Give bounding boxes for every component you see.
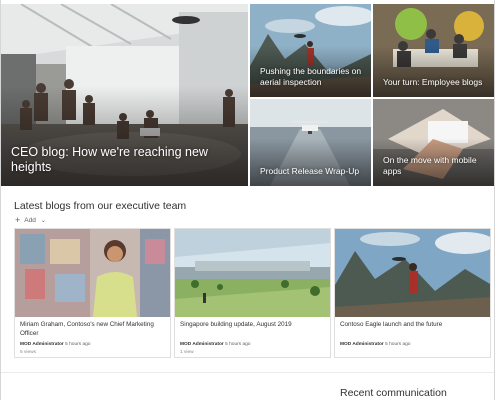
add-label: Add	[24, 216, 36, 224]
chevron-down-icon: ⌄	[40, 217, 46, 224]
news-card[interactable]: Miriam Graham, Contoso's new Chief Marke…	[14, 228, 171, 358]
hero-tile-main[interactable]: CEO blog: How we're reaching new heights	[1, 4, 248, 186]
add-button[interactable]: + Add ⌄	[15, 215, 46, 225]
hero-main-caption: CEO blog: How we're reaching new heights	[11, 145, 208, 174]
miriam-photo	[15, 229, 170, 317]
hero-web-part: CEO blog: How we're reaching new heights…	[1, 4, 494, 186]
hero-tile-caption: On the move with mobile apps	[383, 155, 477, 176]
news-heading: Latest blogs from our executive team	[14, 200, 187, 212]
section-divider	[1, 372, 494, 373]
card-title: Singapore building update, August 2019	[180, 321, 292, 328]
plus-icon: +	[15, 214, 21, 225]
card-title: Miriam Graham, Contoso's new Chief Marke…	[20, 321, 154, 337]
news-card[interactable]: Contoso Eagle launch and the future MOD …	[334, 228, 491, 358]
card-meta: MOD Administrator 5 hours ago	[20, 342, 91, 347]
hero-tile-mobile-apps[interactable]: On the move with mobile apps	[373, 99, 494, 186]
hero-tile-caption: Product Release Wrap-Up	[260, 166, 360, 176]
hero-tile-caption: Your turn: Employee blogs	[383, 77, 483, 87]
card-meta: MOD Administrator 5 hours ago	[180, 342, 251, 347]
card-meta: MOD Administrator 5 hours ago	[340, 342, 411, 347]
news-card[interactable]: Singapore building update, August 2019 M…	[174, 228, 331, 358]
hero-tile-caption: Pushing the boundaries on aerial inspect…	[260, 66, 362, 87]
sharepoint-page: CEO blog: How we're reaching new heights…	[0, 0, 495, 400]
card-title: Contoso Eagle launch and the future	[340, 321, 443, 328]
hero-tile-aerial[interactable]: Pushing the boundaries on aerial inspect…	[250, 4, 371, 97]
building-photo	[175, 229, 330, 317]
recent-communication-heading: Recent communication	[340, 387, 447, 399]
card-views: 5 views	[20, 350, 36, 355]
eagle-mountain-photo	[335, 229, 490, 317]
hero-tile-product-release[interactable]: Product Release Wrap-Up	[250, 99, 371, 186]
card-views: 1 view	[180, 350, 194, 355]
hero-tile-employee-blogs[interactable]: Your turn: Employee blogs	[373, 4, 494, 97]
